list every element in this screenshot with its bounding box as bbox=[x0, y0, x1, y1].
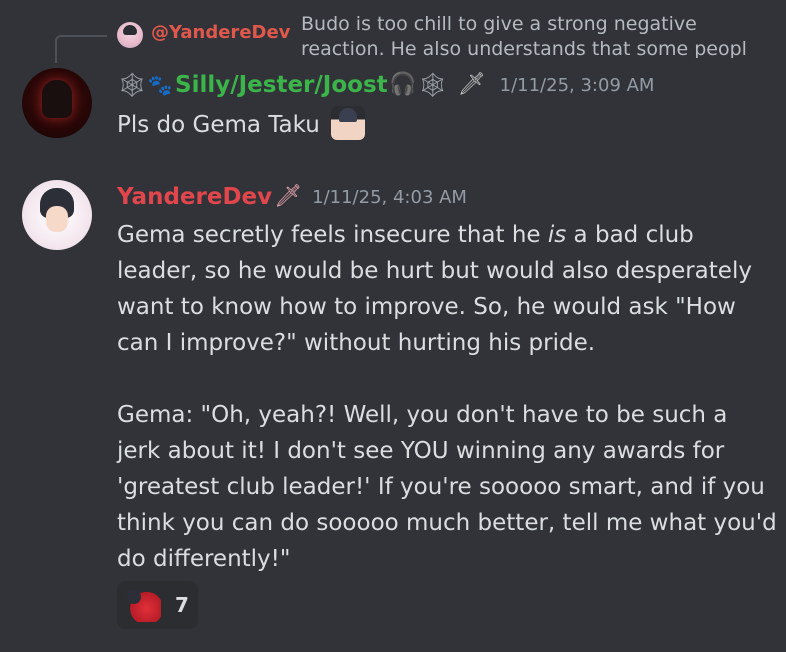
reaction-count: 7 bbox=[175, 593, 189, 617]
paw-icon: 🐾 bbox=[147, 73, 173, 97]
sword-icon: 🗡 bbox=[274, 184, 303, 209]
message-header: 🕸 🐾 Silly/Jester/Joost 🎧 🕸 🗡 1/11/25, 3:… bbox=[116, 68, 655, 102]
praying-character-emoji-icon[interactable] bbox=[331, 106, 366, 140]
reply-preview[interactable]: @YandereDev Budo is too chill to give a … bbox=[117, 12, 786, 58]
knife-icon: 🗡 bbox=[457, 72, 486, 97]
user-avatar-silly[interactable] bbox=[22, 68, 92, 138]
message-timestamp[interactable]: 1/11/25, 4:03 AM bbox=[312, 187, 467, 208]
reply-preview-text[interactable]: Budo is too chill to give a strong negat… bbox=[301, 12, 771, 58]
spiderweb-icon: 🕸 bbox=[116, 71, 148, 99]
emphasis-text: is bbox=[547, 222, 567, 248]
message-header: YandereDev 🗡 1/11/25, 4:03 AM bbox=[117, 180, 467, 214]
reaction-button[interactable]: 7 bbox=[117, 581, 198, 629]
chat-view: @YandereDev Budo is too chill to give a … bbox=[0, 0, 786, 652]
user-avatar-yanderedev[interactable] bbox=[22, 180, 92, 250]
username[interactable]: Silly/Jester/Joost bbox=[175, 72, 388, 98]
message-paragraph-1: Gema secretly feels insecure that he is … bbox=[117, 222, 752, 356]
message-paragraph-2: Gema: "Oh, yeah?! Well, you don't have t… bbox=[117, 402, 777, 572]
username[interactable]: YandereDev bbox=[117, 184, 272, 210]
headphones-icon: 🎧 bbox=[388, 72, 417, 97]
spiderweb-icon: 🕸 bbox=[417, 71, 448, 99]
message-text: Pls do Gema Taku bbox=[117, 112, 320, 138]
message-timestamp[interactable]: 1/11/25, 3:09 AM bbox=[500, 75, 655, 96]
reply-author-name[interactable]: @YandereDev bbox=[151, 22, 290, 43]
reply-connector-line bbox=[55, 35, 107, 63]
message-content: Pls do Gema Taku bbox=[117, 106, 777, 143]
reply-author-avatar[interactable] bbox=[117, 22, 143, 48]
message-content: Gema secretly feels insecure that he is … bbox=[117, 217, 777, 577]
heart-character-emoji-icon bbox=[125, 588, 161, 622]
